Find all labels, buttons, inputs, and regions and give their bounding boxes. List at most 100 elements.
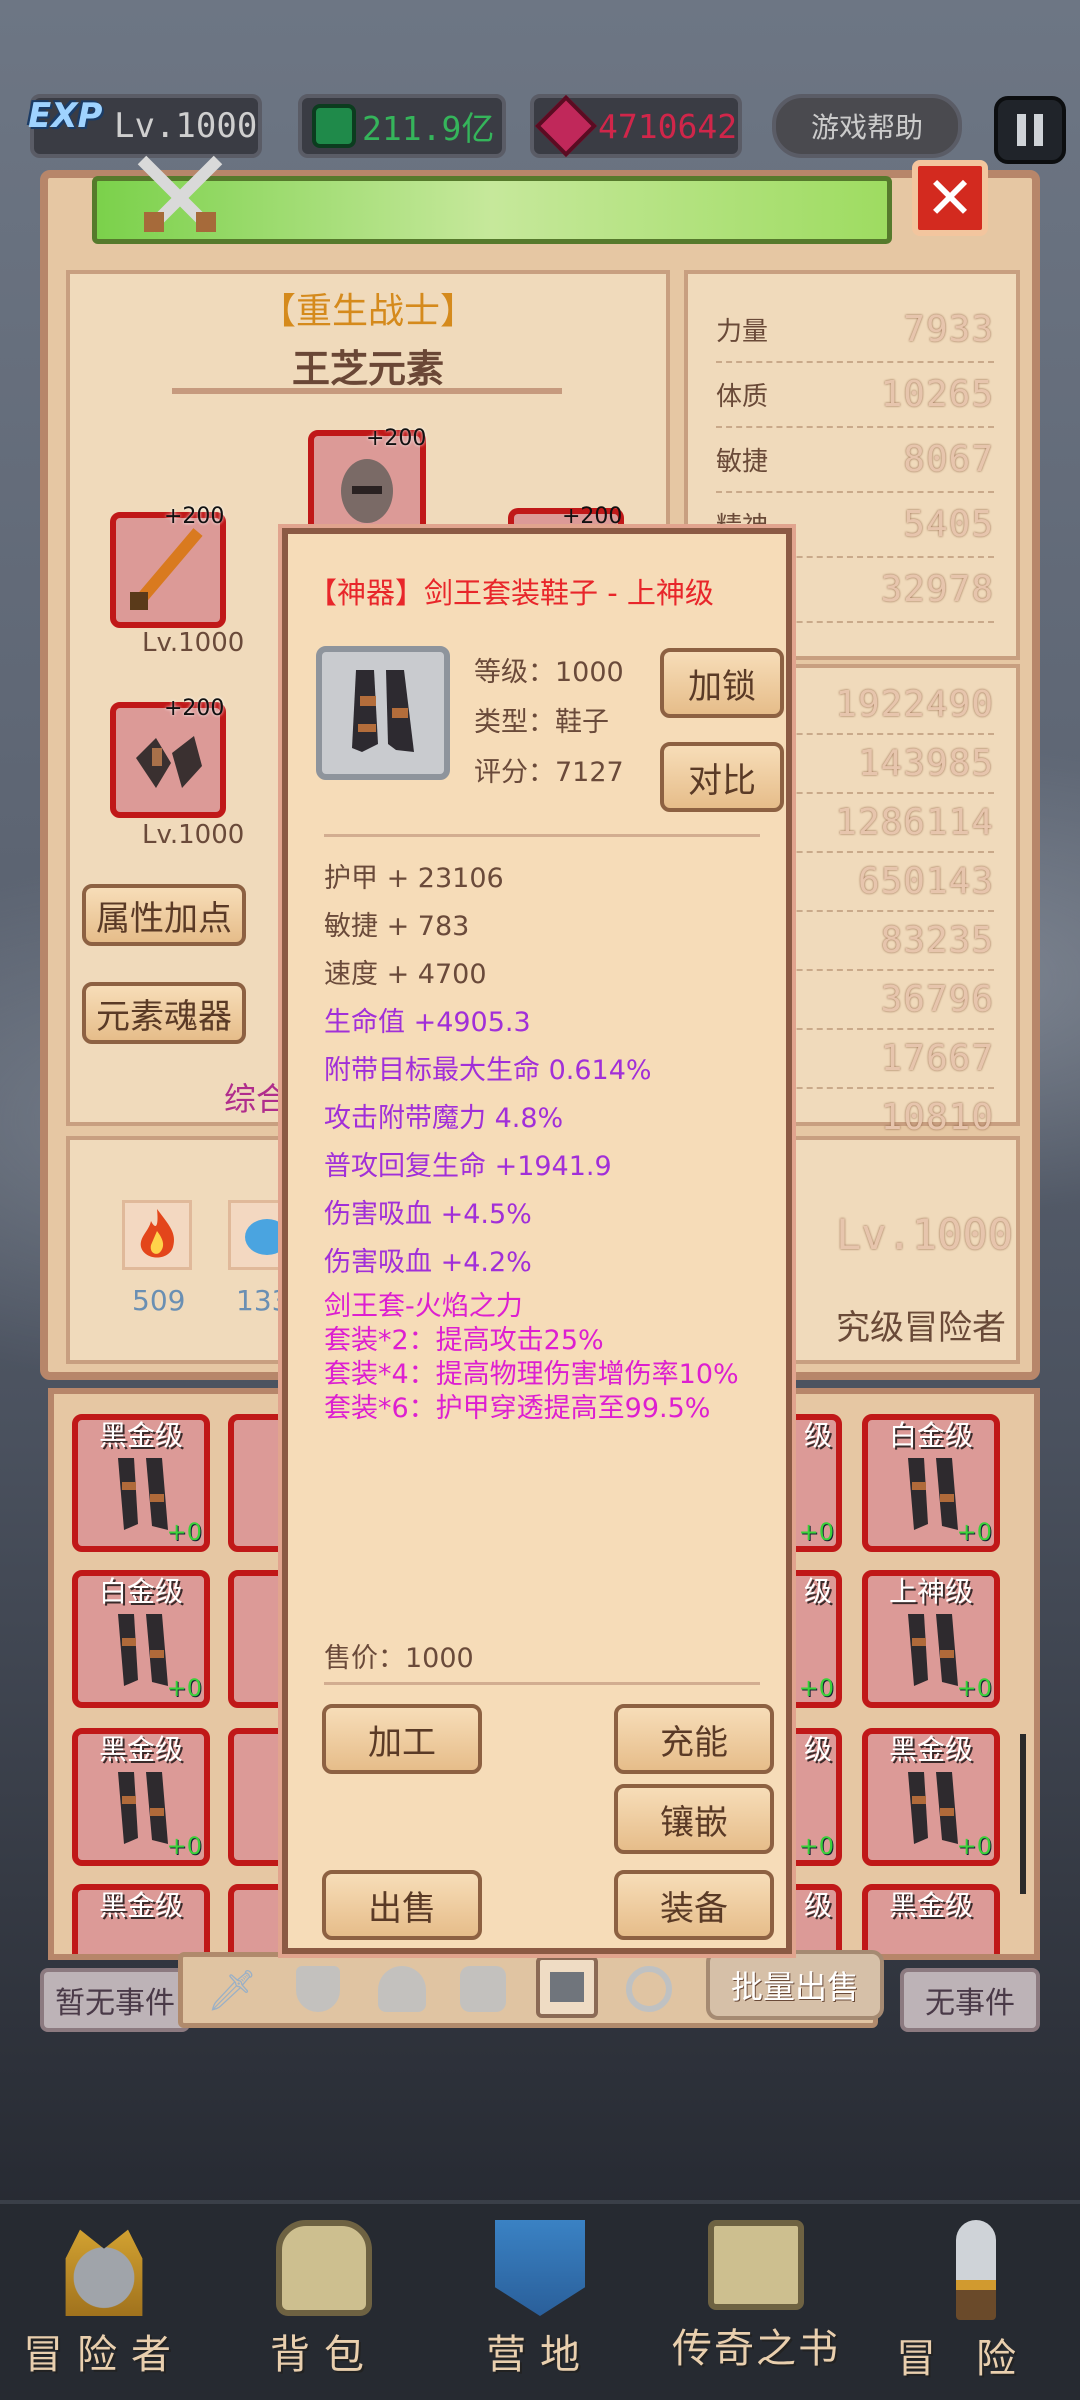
charge-button[interactable]: 充能 [614, 1704, 774, 1774]
process-button[interactable]: 加工 [322, 1704, 482, 1774]
equip-label: 装备 [660, 1888, 728, 1929]
stat-value: 7933 [903, 309, 994, 350]
item-plus: +0 [798, 1832, 834, 1860]
divider-bottom [324, 1682, 760, 1685]
item-type: 类型：鞋子 [474, 707, 609, 738]
player-level: Lv.1000 [114, 106, 258, 146]
extra-attr: 普攻回复生命 +1941.9 [324, 1151, 612, 1182]
help-button[interactable]: 游戏帮助 [772, 94, 962, 158]
inventory-slot[interactable]: 黑金级 +0 [72, 1414, 210, 1552]
close-button[interactable]: ✕ [912, 160, 988, 236]
item-grade: 白金级 [98, 1575, 183, 1608]
armor-bonus: +200 [562, 504, 623, 529]
nav-camp[interactable]: 营地 [450, 2220, 630, 2380]
stat-value: 10265 [880, 374, 994, 415]
item-grade: 黑金级 [98, 1419, 183, 1452]
combat-stat-value: 650143 [857, 861, 994, 902]
gem-currency-box: 211.9亿 [298, 94, 506, 158]
sell-button[interactable]: 出售 [322, 1870, 482, 1940]
gloves-level: Lv.1000 [142, 820, 245, 850]
equip-button[interactable]: 装备 [614, 1870, 774, 1940]
element-soul-button[interactable]: 元素魂器 [82, 982, 246, 1044]
stat-row-constitution: 体质 10265 [716, 363, 994, 428]
no-event-left-label: 暂无事件 [55, 1986, 175, 2021]
weapon-bonus: +200 [164, 504, 225, 529]
pause-button[interactable] [994, 96, 1066, 164]
nav-backpack[interactable]: 背包 [234, 2220, 414, 2380]
item-grade: 黑金级 [98, 1733, 183, 1766]
sell-label: 出售 [368, 1888, 436, 1929]
item-icon-frame [316, 646, 450, 780]
item-detail-popup: 【神器】剑王套装鞋子 - 上神级 等级：1000 类型：鞋子 评分：7127 加… [278, 524, 796, 1958]
red-currency-value: 4710642 [598, 106, 738, 146]
compare-button[interactable]: 对比 [660, 742, 784, 812]
water-resource-icon [228, 1200, 289, 1270]
inventory-slot[interactable]: 白金级 +0 [72, 1570, 210, 1708]
stat-label: 力量 [716, 317, 769, 347]
item-level: 等级：1000 [474, 657, 624, 688]
no-event-right-label: 无事件 [925, 1986, 1015, 2021]
base-attr-agility: 敏捷 + 783 [324, 911, 470, 942]
weapon-slot[interactable] [110, 512, 226, 628]
attribute-points-label: 属性加点 [96, 898, 232, 939]
item-plus: +0 [956, 1674, 992, 1702]
nav-adventurer[interactable]: 冒险者 [14, 2220, 194, 2380]
item-grade: 级 [803, 1889, 832, 1922]
combat-stat-value: 36796 [880, 979, 994, 1020]
item-plus: +0 [166, 1518, 202, 1546]
inventory-scrollbar[interactable] [1020, 1734, 1026, 1894]
nav-legend-book-label: 传奇之书 [672, 2326, 840, 2372]
inventory-slot[interactable]: 黑金级 [862, 1884, 1000, 1954]
adventurer-rank: 究级冒险者 [836, 1308, 1006, 1348]
exp-label: EXP [28, 96, 103, 136]
name-divider [172, 388, 562, 394]
book-icon [708, 2220, 804, 2310]
lock-label: 加锁 [688, 666, 756, 707]
tab-helmet[interactable] [378, 1966, 426, 2012]
item-grade: 黑金级 [98, 1889, 183, 1922]
charge-label: 充能 [660, 1722, 728, 1763]
combat-stat-value: 1286114 [835, 802, 994, 843]
inventory-slot[interactable]: 黑金级 +0 [862, 1728, 1000, 1866]
crown-helmet-icon [65, 2229, 143, 2316]
combat-stat-value: 10810 [880, 1097, 994, 1138]
weapon-level: Lv.1000 [142, 628, 245, 658]
lock-button[interactable]: 加锁 [660, 648, 784, 718]
adventurer-level: Lv.1000 [836, 1210, 1014, 1259]
inventory-slot[interactable]: 黑金级 [72, 1884, 210, 1954]
combat-stat-value: 143985 [857, 743, 994, 784]
backpack-icon [276, 2220, 372, 2316]
inventory-slot[interactable]: 上神级 +0 [862, 1570, 1000, 1708]
inventory-slot[interactable]: 白金级 +0 [862, 1414, 1000, 1552]
character-name: 王芝元素 [291, 347, 444, 391]
nav-legend-book[interactable]: 传奇之书 [666, 2220, 846, 2374]
inlay-button[interactable]: 镶嵌 [614, 1784, 774, 1854]
item-grade: 级 [803, 1575, 832, 1608]
tab-shield[interactable] [296, 1966, 340, 2012]
extra-attr: 攻击附带魔力 4.8% [324, 1103, 564, 1134]
stat-label: 体质 [716, 382, 769, 412]
attribute-points-button[interactable]: 属性加点 [82, 884, 246, 946]
no-event-left: 暂无事件 [40, 1968, 190, 2032]
green-currency-value: 211.9亿 [362, 109, 495, 148]
tab-accessory[interactable] [626, 1966, 672, 2012]
tab-armor[interactable] [460, 1966, 506, 2012]
nav-adventure-label: 冒险 [896, 2336, 1056, 2382]
batch-sell-button[interactable]: 批量出售 [706, 1950, 884, 2020]
combined-label: 综合 [224, 1080, 289, 1118]
close-icon: ✕ [925, 164, 975, 232]
compare-label: 对比 [688, 760, 756, 801]
item-plus: +0 [798, 1518, 834, 1546]
nav-adventurer-label: 冒险者 [23, 2332, 185, 2378]
boots-tab-icon [550, 1972, 584, 2002]
item-score: 评分：7127 [474, 757, 624, 788]
ruby-currency-box: 4710642 [530, 94, 742, 158]
tab-boots[interactable] [536, 1956, 598, 2018]
gloves-icon [136, 736, 202, 788]
boots-icon [352, 670, 414, 752]
inventory-slot[interactable]: 黑金级 +0 [72, 1728, 210, 1866]
no-event-right: 无事件 [900, 1968, 1040, 2032]
class-title: 【重生战士】 [259, 291, 476, 332]
nav-adventure[interactable]: 冒险 [886, 2220, 1066, 2384]
tab-weapon[interactable]: 🗡 [206, 1966, 258, 2016]
